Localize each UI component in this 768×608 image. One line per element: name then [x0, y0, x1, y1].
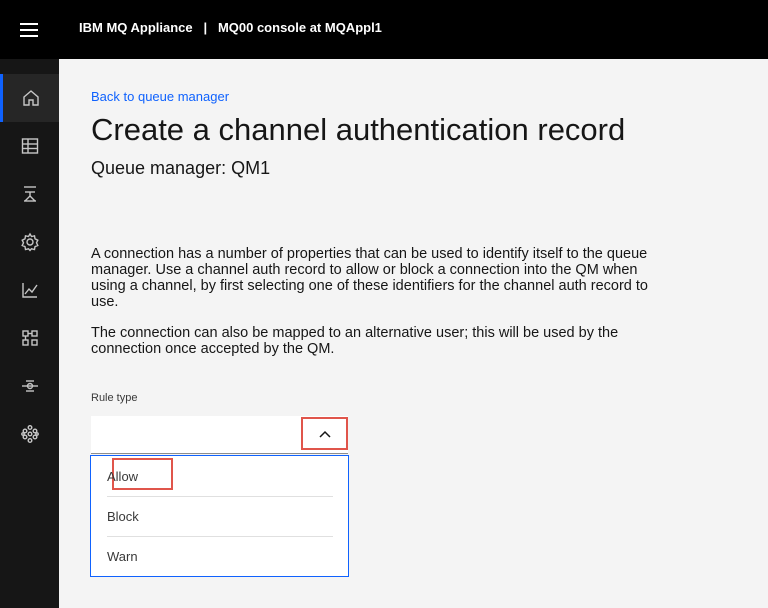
rule-type-toggle-button[interactable] — [301, 417, 348, 450]
gear-icon — [20, 232, 39, 252]
table-icon — [21, 138, 38, 154]
option-block[interactable]: Block — [107, 496, 333, 536]
description-paragraph-1: A connection has a number of properties … — [91, 246, 648, 310]
sidebar-item-apps[interactable] — [0, 314, 59, 362]
option-warn[interactable]: Warn — [107, 536, 333, 576]
apps-icon — [21, 330, 38, 346]
sliders-icon — [21, 380, 38, 392]
chevron-up-icon — [318, 430, 331, 438]
app-title: IBM MQ Appliance | MQ00 console at MQApp… — [79, 20, 382, 35]
option-allow[interactable]: Allow — [107, 456, 333, 496]
rule-type-dropdown-list: Allow Block Warn — [90, 455, 349, 577]
sidebar-item-home[interactable] — [0, 74, 59, 122]
sidebar-item-cluster[interactable] — [0, 410, 59, 458]
chart-icon — [21, 283, 38, 298]
home-icon — [23, 90, 39, 106]
sidebar-item-adjustments[interactable] — [0, 362, 59, 410]
top-header-bar: IBM MQ Appliance | MQ00 console at MQApp… — [0, 0, 768, 59]
back-to-queue-manager-link[interactable]: Back to queue manager — [91, 89, 229, 104]
page-title: Create a channel authentication record — [91, 112, 626, 147]
hamburger-icon — [20, 22, 38, 37]
rule-type-label: Rule type — [91, 392, 138, 404]
hamburger-menu-button[interactable] — [0, 0, 58, 59]
description-paragraph-2: The connection can also be mapped to an … — [91, 325, 619, 357]
sidebar-item-network[interactable] — [0, 170, 59, 218]
network-icon — [23, 186, 36, 202]
grid-dots-icon — [20, 425, 39, 443]
sidebar — [0, 59, 59, 608]
queue-manager-subtitle: Queue manager: QM1 — [91, 158, 271, 178]
sidebar-item-settings[interactable] — [0, 218, 59, 266]
sidebar-item-table[interactable] — [0, 122, 59, 170]
sidebar-item-statistics[interactable] — [0, 266, 59, 314]
